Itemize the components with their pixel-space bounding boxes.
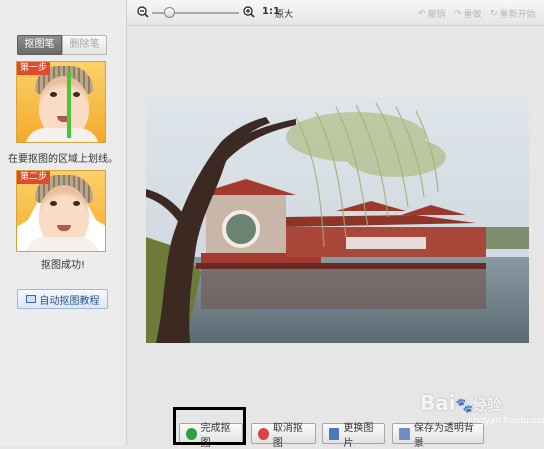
redo-label: 重做 bbox=[463, 10, 482, 20]
zoom-slider-knob[interactable] bbox=[164, 7, 176, 18]
replace-image-label: 更换图片 bbox=[343, 422, 374, 449]
step2-badge: 第二步 bbox=[17, 171, 51, 184]
undo-icon: ↶ bbox=[418, 8, 426, 19]
cancel-icon bbox=[258, 427, 269, 440]
stroke-line bbox=[67, 72, 71, 138]
watermark-brand: Bai bbox=[420, 391, 456, 415]
tutorial-button-label: 自动抠图教程 bbox=[39, 295, 100, 307]
restart-button[interactable]: ↻ 重新开始 bbox=[490, 7, 536, 21]
baidu-watermark: Bai🐾经验 bbox=[420, 391, 501, 415]
left-panel: 抠图笔 删除笔 第一步 在要抠图的区域上划线。 第二步 抠图成功! 自动抠图教程 bbox=[0, 0, 126, 446]
step2-example-image: 第二步 bbox=[16, 170, 106, 252]
zoom-in-icon[interactable] bbox=[243, 6, 255, 18]
step2-text: 抠图成功! bbox=[40, 260, 85, 271]
paw-icon: 🐾 bbox=[455, 398, 474, 414]
original-size-label[interactable]: 原大 bbox=[275, 7, 293, 20]
tab-erase-brush[interactable]: 删除笔 bbox=[62, 35, 107, 55]
brush-tabs: 抠图笔 删除笔 bbox=[17, 35, 107, 55]
undo-label: 撤销 bbox=[427, 10, 446, 20]
restart-label: 重新开始 bbox=[499, 10, 536, 20]
book-icon bbox=[25, 295, 36, 303]
auto-cutout-tutorial-button[interactable]: 自动抠图教程 bbox=[17, 289, 108, 309]
save-transparent-button[interactable]: 保存为透明背景 bbox=[392, 423, 484, 449]
save-icon bbox=[399, 427, 410, 440]
cancel-cutout-button[interactable]: 取消抠图 bbox=[251, 423, 316, 449]
step1-badge: 第一步 bbox=[17, 62, 51, 75]
cancel-cutout-label: 取消抠图 bbox=[272, 422, 303, 449]
replace-image-button[interactable]: 更换图片 bbox=[322, 423, 385, 449]
restart-icon: ↻ bbox=[490, 8, 498, 19]
zoom-out-icon[interactable] bbox=[137, 6, 149, 18]
redo-button[interactable]: ↷ 重做 bbox=[454, 7, 482, 21]
highlight-box bbox=[173, 407, 246, 445]
lake-pavilion-photo[interactable] bbox=[146, 97, 529, 343]
undo-button[interactable]: ↶ 撤销 bbox=[418, 7, 446, 21]
step1-text: 在要抠图的区域上划线。 bbox=[8, 154, 118, 165]
image-icon bbox=[329, 427, 340, 440]
watermark-brand2: 经验 bbox=[473, 398, 502, 414]
step1-example-image: 第一步 bbox=[16, 61, 106, 143]
tab-cutout-brush[interactable]: 抠图笔 bbox=[17, 35, 62, 55]
watermark-url: jingyan.baidu.com bbox=[468, 416, 544, 426]
redo-icon: ↷ bbox=[454, 8, 462, 19]
toolbar: 1:1 原大 ↶ 撤销 ↷ 重做 ↻ 重新开始 bbox=[127, 0, 544, 26]
